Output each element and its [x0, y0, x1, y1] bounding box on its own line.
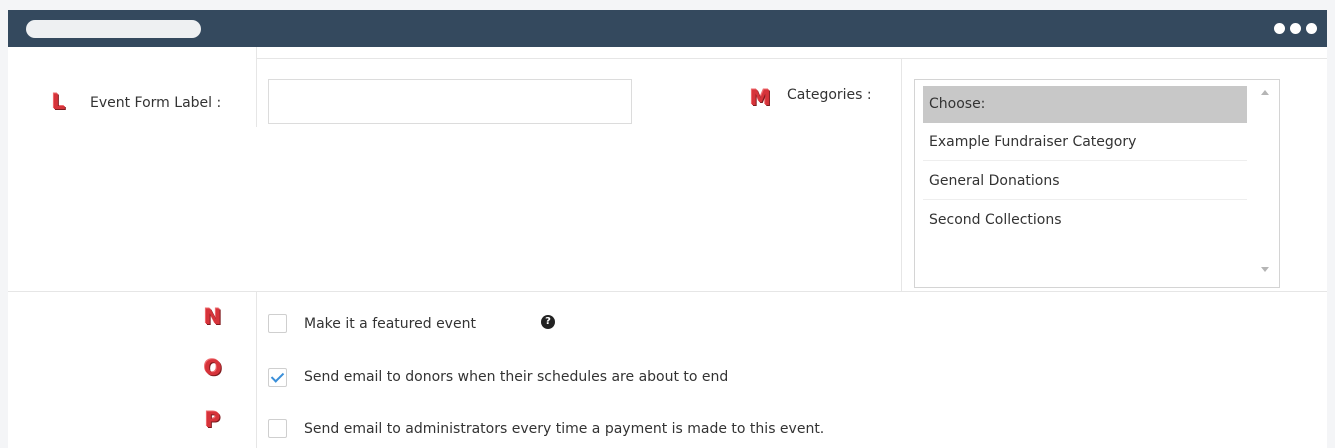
menu-dot-icon [1290, 23, 1301, 34]
event-settings-form: L Event Form Label : M Categories : Choo… [8, 47, 1327, 448]
category-option[interactable]: Choose: [923, 86, 1247, 123]
featured-event-checkbox[interactable] [268, 314, 287, 333]
marker-p: P [205, 408, 221, 432]
menu-dot-icon [1274, 23, 1285, 34]
categories-label: Categories : [787, 87, 872, 103]
email-donors-checkbox[interactable] [268, 368, 287, 387]
email-admins-checkbox[interactable] [268, 419, 287, 438]
title-placeholder [26, 20, 201, 38]
marker-m: M [750, 86, 771, 110]
divider [901, 58, 902, 291]
email-admins-label: Send email to administrators every time … [304, 421, 825, 437]
marker-l: L [52, 90, 66, 114]
scroll-up-icon[interactable] [1261, 90, 1269, 95]
divider [8, 291, 1327, 292]
event-form-label-label: Event Form Label : [90, 95, 222, 111]
featured-event-label: Make it a featured event [304, 316, 476, 332]
divider [256, 58, 1327, 59]
divider [256, 47, 257, 127]
categories-listbox[interactable]: Choose: Example Fundraiser Category Gene… [914, 79, 1280, 288]
help-icon[interactable]: ? [541, 315, 555, 329]
title-bar [8, 10, 1327, 47]
marker-o: O [204, 356, 222, 380]
category-option[interactable]: Example Fundraiser Category [923, 124, 1247, 161]
app-window: L Event Form Label : M Categories : Choo… [8, 10, 1327, 448]
category-option[interactable]: General Donations [923, 163, 1247, 200]
email-donors-label: Send email to donors when their schedule… [304, 369, 729, 385]
window-menu-button[interactable] [1274, 23, 1317, 34]
marker-n: N [204, 305, 222, 329]
divider [256, 291, 257, 448]
category-option[interactable]: Second Collections [923, 202, 1247, 239]
checkmark-icon [270, 369, 285, 383]
menu-dot-icon [1306, 23, 1317, 34]
scroll-down-icon[interactable] [1261, 267, 1269, 272]
event-form-label-input[interactable] [268, 79, 632, 124]
